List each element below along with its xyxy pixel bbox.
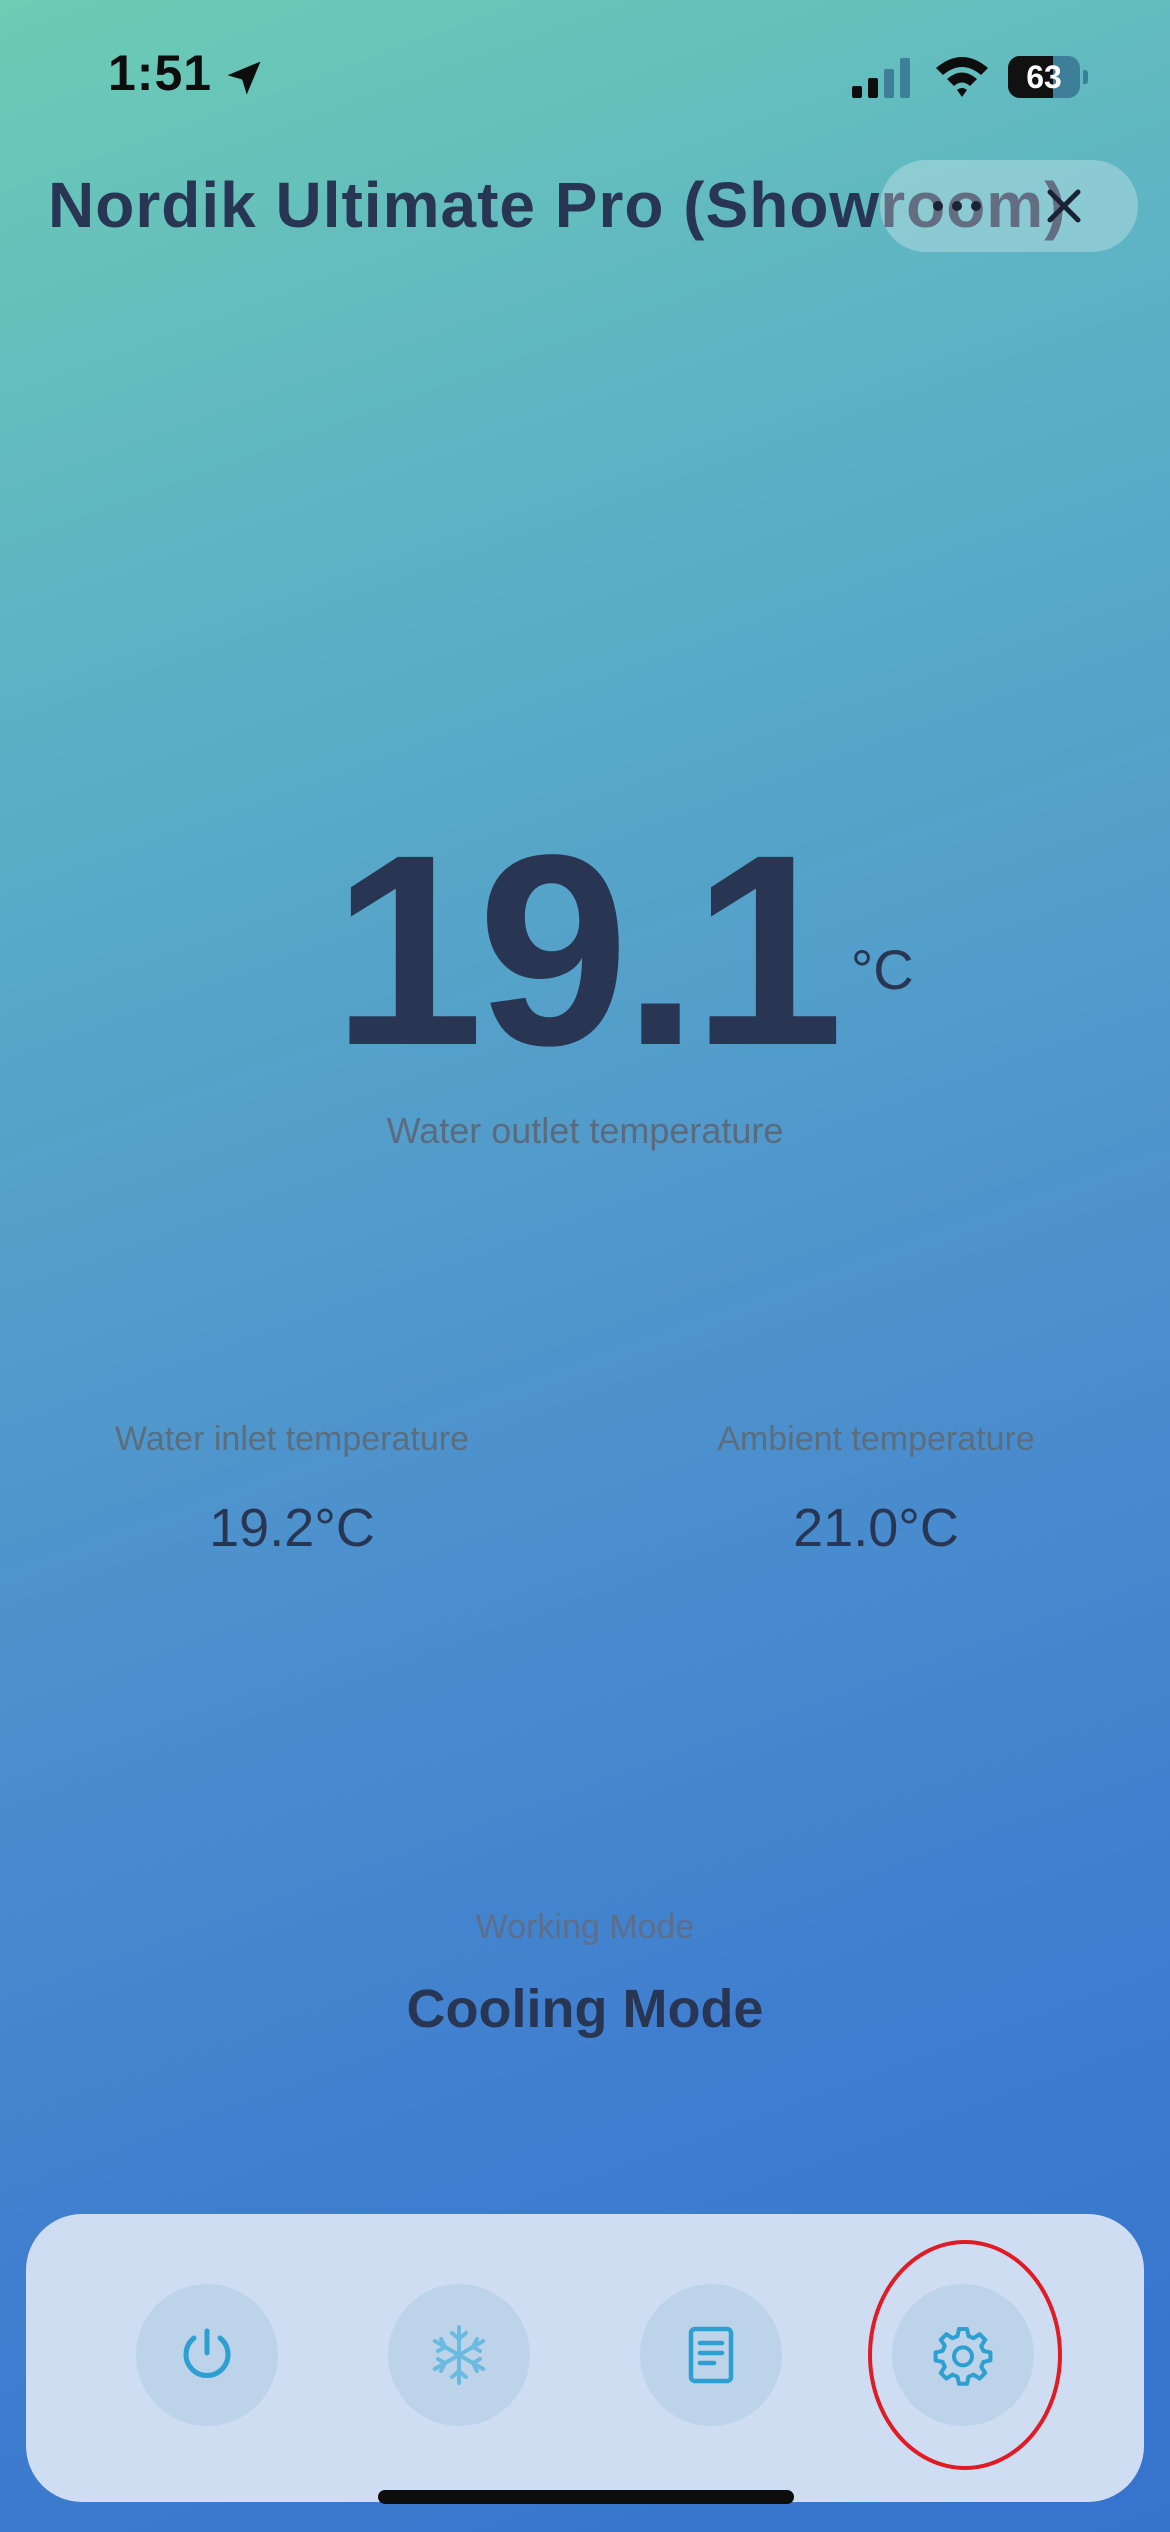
home-indicator (378, 2490, 794, 2504)
inlet-temperature-value: 19.2°C (209, 1498, 375, 1558)
battery-tip (1083, 70, 1088, 84)
outlet-temperature-display: 19.1 °C (0, 814, 1170, 1086)
outlet-temperature-label: Water outlet temperature (386, 1110, 784, 1151)
bottom-toolbar (26, 2214, 1144, 2502)
gear-icon (933, 2327, 993, 2386)
status-bar: 1:51 63 (0, 0, 1170, 150)
cellular-signal-icon (852, 58, 910, 98)
more-dot-icon (952, 201, 962, 211)
outlet-temperature-value: 19.1 °C (332, 814, 913, 1086)
status-time: 1:51 (108, 45, 213, 101)
close-icon[interactable] (1040, 182, 1088, 230)
working-mode-label: Working Mode (475, 1908, 695, 1946)
settings-button[interactable] (892, 2284, 1034, 2426)
battery-body: 63 (1008, 56, 1080, 98)
more-dot-icon (933, 201, 943, 211)
ambient-temperature-stat: Ambient temperature 21.0°C (606, 1420, 1146, 1559)
ambient-temperature-label: Ambient temperature (717, 1420, 1035, 1458)
inlet-temperature-label: Water inlet temperature (115, 1420, 469, 1458)
records-button[interactable] (640, 2284, 782, 2426)
mode-button[interactable] (388, 2284, 530, 2426)
wifi-icon (936, 57, 988, 97)
outlet-temperature-unit: °C (850, 938, 914, 1001)
more-options-button[interactable] (922, 182, 992, 230)
snowflake-icon (432, 2325, 486, 2385)
power-icon (183, 2328, 231, 2378)
working-mode-value: Cooling Mode (406, 1979, 764, 2039)
location-arrow-icon (227, 61, 261, 95)
more-dot-icon (971, 201, 981, 211)
mini-program-capsule (880, 160, 1138, 252)
ambient-temperature-value: 21.0°C (793, 1498, 959, 1558)
document-icon (688, 2326, 734, 2384)
battery-percentage: 63 (1026, 59, 1062, 95)
inlet-temperature-stat: Water inlet temperature 19.2°C (22, 1420, 562, 1559)
battery-indicator: 63 (1008, 56, 1088, 98)
outlet-temperature-number: 19.1 (332, 798, 843, 1102)
power-button[interactable] (136, 2284, 278, 2426)
